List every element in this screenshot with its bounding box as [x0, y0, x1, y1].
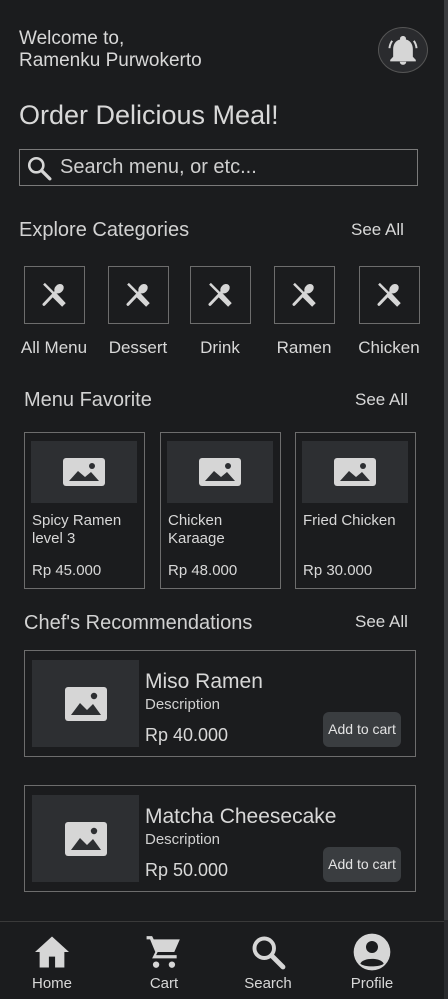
- category-icon-box: [107, 266, 169, 324]
- image-icon: [63, 458, 105, 486]
- recommendation-description: Description: [145, 696, 221, 713]
- favorites-title: Menu Favorite: [24, 389, 152, 411]
- category-label: Ramen: [276, 338, 332, 357]
- nav-label: Profile: [350, 975, 394, 992]
- search-input[interactable]: [60, 156, 400, 179]
- category-item-chicken[interactable]: Chicken: [349, 266, 429, 358]
- category-label: Chicken: [358, 338, 420, 357]
- categories-see-all-link[interactable]: See All: [351, 220, 404, 240]
- utensils-icon: [292, 282, 316, 307]
- category-label: Drink: [200, 338, 240, 357]
- category-item-drink[interactable]: Drink: [180, 266, 260, 358]
- nav-label: Cart: [149, 975, 179, 992]
- favorite-card[interactable]: Chicken Karaage Rp 48.000: [160, 432, 281, 589]
- welcome-line: Welcome to,: [19, 28, 125, 49]
- nav-item-cart[interactable]: Cart: [124, 932, 204, 992]
- favorite-price: Rp 48.000: [168, 562, 238, 579]
- category-icon-box: [358, 266, 420, 324]
- recommendations-see-all-link[interactable]: See All: [355, 612, 408, 632]
- food-image-placeholder: [31, 441, 137, 503]
- add-to-cart-button[interactable]: Add to cart: [323, 847, 401, 882]
- image-icon: [199, 458, 241, 486]
- profile-icon: [353, 933, 391, 971]
- utensils-icon: [126, 282, 150, 307]
- bell-icon: [388, 35, 418, 65]
- recommendation-price: Rp 40.000: [145, 725, 229, 745]
- category-icon-box: [189, 266, 251, 324]
- favorite-card[interactable]: Fried Chicken Rp 30.000: [295, 432, 416, 589]
- favorite-card[interactable]: Spicy Ramen level 3 Rp 45.000: [24, 432, 145, 589]
- nav-label: Search: [244, 975, 292, 992]
- favorite-name: Fried Chicken: [303, 512, 396, 529]
- search-icon: [252, 936, 286, 970]
- category-item-ramen[interactable]: Ramen: [264, 266, 344, 358]
- bottom-navigation: Home Cart Search Profile: [0, 921, 444, 999]
- utensils-icon: [42, 282, 66, 307]
- favorite-name: Chicken Karaage: [168, 512, 225, 547]
- nav-item-home[interactable]: Home: [12, 932, 92, 992]
- food-image-placeholder: [302, 441, 408, 503]
- recommendation-description: Description: [145, 831, 221, 848]
- page-title: Order Delicious Meal!: [19, 100, 279, 130]
- food-image-placeholder: [167, 441, 273, 503]
- recommendation-card[interactable]: Miso Ramen Description Rp 40.000 Add to …: [24, 650, 416, 757]
- welcome-text: Welcome to, Ramenku Purwokerto: [19, 28, 202, 72]
- scrollbar-thumb[interactable]: [444, 0, 448, 920]
- app-screen: Welcome to, Ramenku Purwokerto Order Del…: [0, 0, 448, 999]
- image-icon: [334, 458, 376, 486]
- category-item-dessert[interactable]: Dessert: [98, 266, 178, 358]
- image-icon: [64, 821, 107, 856]
- restaurant-name: Ramenku Purwokerto: [19, 50, 202, 71]
- search-icon: [27, 156, 52, 180]
- image-icon: [64, 686, 107, 721]
- favorite-price: Rp 30.000: [303, 562, 373, 579]
- recommendation-name: Miso Ramen: [145, 670, 263, 693]
- favorite-name: Spicy Ramen level 3: [32, 512, 122, 547]
- nav-label: Home: [31, 975, 72, 992]
- category-label: Dessert: [108, 338, 168, 357]
- nav-item-profile[interactable]: Profile: [332, 932, 412, 992]
- food-image-placeholder: [32, 660, 139, 747]
- recommendation-name: Matcha Cheesecake: [145, 805, 337, 828]
- home-icon: [35, 936, 69, 968]
- recommendation-card[interactable]: Matcha Cheesecake Description Rp 50.000 …: [24, 785, 416, 892]
- recommendations-title: Chef's Recommendations: [24, 612, 253, 634]
- food-image-placeholder: [32, 795, 139, 882]
- category-icon-box: [273, 266, 335, 324]
- utensils-icon: [377, 282, 401, 307]
- category-icon-box: [23, 266, 85, 324]
- category-label: All Menu: [20, 338, 88, 357]
- notification-button[interactable]: [378, 27, 428, 73]
- cart-icon: [146, 936, 180, 968]
- nav-item-search[interactable]: Search: [228, 932, 308, 992]
- category-item-all-menu[interactable]: All Menu: [14, 266, 94, 358]
- favorite-price: Rp 45.000: [32, 562, 102, 579]
- categories-title: Explore Categories: [19, 219, 190, 241]
- add-to-cart-button[interactable]: Add to cart: [323, 712, 401, 747]
- recommendation-price: Rp 50.000: [145, 860, 229, 880]
- favorites-see-all-link[interactable]: See All: [355, 390, 408, 410]
- utensils-icon: [208, 282, 232, 307]
- search-bar[interactable]: [19, 149, 418, 186]
